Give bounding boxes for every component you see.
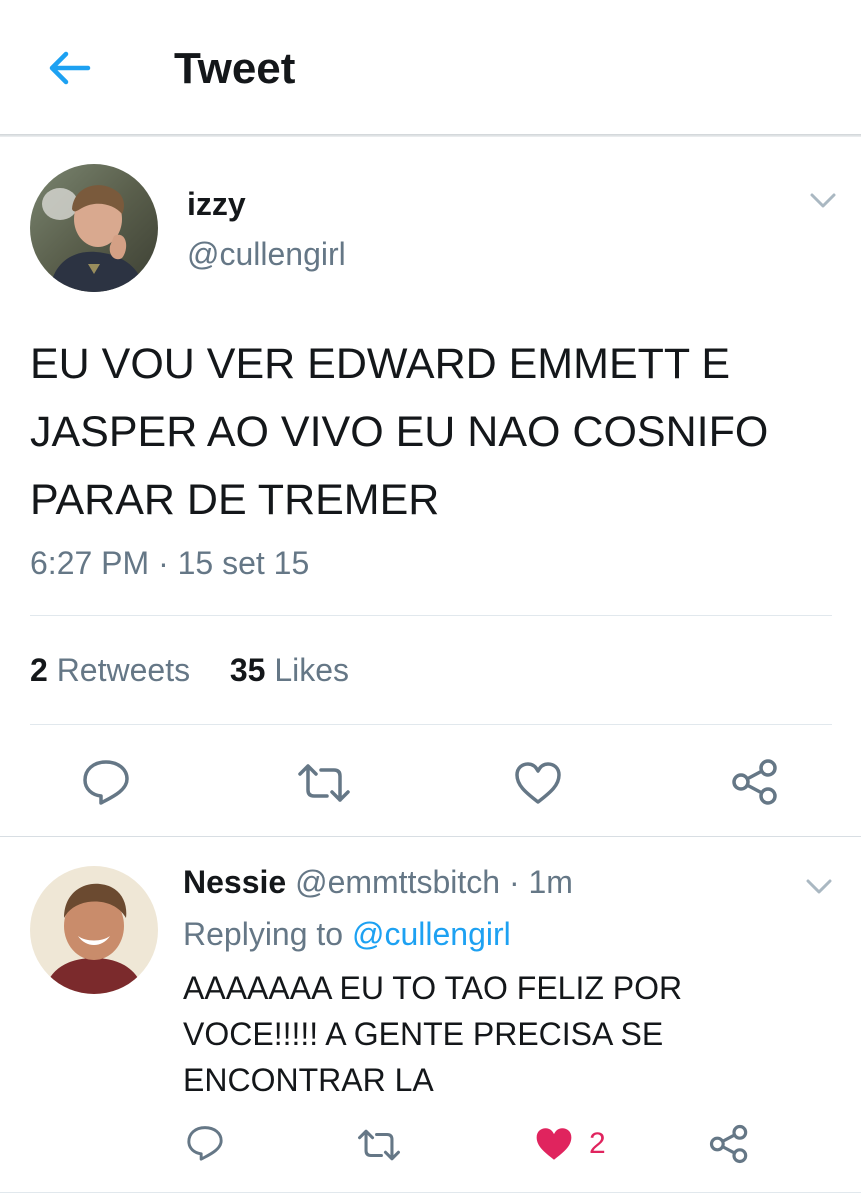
reply-author-name[interactable]: Nessie: [183, 864, 286, 900]
heart-icon: [515, 762, 561, 804]
retweets-stat[interactable]: 2 Retweets: [30, 652, 190, 688]
avatar[interactable]: [30, 164, 158, 292]
reply-text: AAAAAAA EU TO TAO FELIZ POR VOCE!!!!! A …: [183, 970, 683, 1098]
replying-to-handle[interactable]: @cullengirl: [352, 916, 511, 952]
reply-avatar[interactable]: [30, 866, 158, 994]
like-button[interactable]: [513, 760, 563, 806]
retweets-label: Retweets: [56, 652, 191, 688]
tweet-date: 15 set 15: [177, 545, 310, 581]
retweet-button[interactable]: [296, 762, 352, 804]
reply-retweet-button[interactable]: [356, 1128, 402, 1162]
replying-to-label: Replying to: [183, 916, 344, 952]
top-bar: [0, 0, 861, 134]
tweet-timestamp: 6:27 PM · 15 set 15: [30, 545, 309, 582]
tweet-text: EU VOU VER EDWARD EMMETT E JASPER AO VIV…: [30, 340, 769, 524]
avatar-image: [30, 164, 158, 292]
retweets-count: 2: [30, 652, 48, 688]
page-title: Tweet: [174, 44, 296, 93]
tweet-menu-button[interactable]: [808, 188, 838, 212]
reply-header: Nessie @emmttsbitch · 1m: [183, 864, 573, 901]
reply-menu-button[interactable]: [804, 874, 834, 898]
reply-age: 1m: [528, 864, 573, 900]
reply-icon: [187, 1126, 223, 1161]
back-button[interactable]: [44, 48, 92, 88]
reply-like-count: 2: [589, 1127, 606, 1160]
reply-share-button[interactable]: [708, 1124, 750, 1164]
likes-count: 35: [229, 652, 266, 688]
share-icon: [709, 1124, 748, 1164]
reply-author-handle[interactable]: @emmttsbitch: [295, 864, 500, 900]
reply-avatar-image: [30, 866, 158, 994]
reply-icon: [83, 760, 129, 805]
likes-stat[interactable]: 35 Likes: [230, 652, 349, 688]
author-handle[interactable]: @cullengirl: [187, 236, 346, 273]
top-bar-shadow: [0, 134, 861, 137]
tweet-stats: 2 Retweets 35 Likes: [30, 652, 349, 689]
share-icon: [732, 759, 777, 805]
timestamp-separator: ·: [158, 545, 169, 581]
section-divider: [0, 836, 861, 837]
chevron-down-icon: [810, 193, 836, 208]
replying-to: Replying to @cullengirl: [183, 916, 511, 953]
heart-filled-icon: [536, 1128, 572, 1160]
retweet-icon: [298, 764, 350, 802]
likes-label: Likes: [274, 652, 350, 688]
reply-reply-button[interactable]: [185, 1124, 225, 1162]
divider: [30, 724, 832, 725]
reply-button[interactable]: [80, 758, 132, 806]
arrow-left-icon: [49, 51, 91, 85]
reply-like-button[interactable]: 2: [533, 1125, 617, 1165]
divider: [30, 615, 832, 616]
share-button[interactable]: [730, 758, 780, 806]
retweet-icon: [358, 1129, 400, 1161]
author-name[interactable]: izzy: [187, 186, 246, 223]
reply-separator: ·: [508, 864, 520, 900]
tweet-time: 6:27 PM: [30, 545, 150, 581]
bottom-divider: [0, 1192, 861, 1193]
chevron-down-icon: [806, 879, 832, 894]
